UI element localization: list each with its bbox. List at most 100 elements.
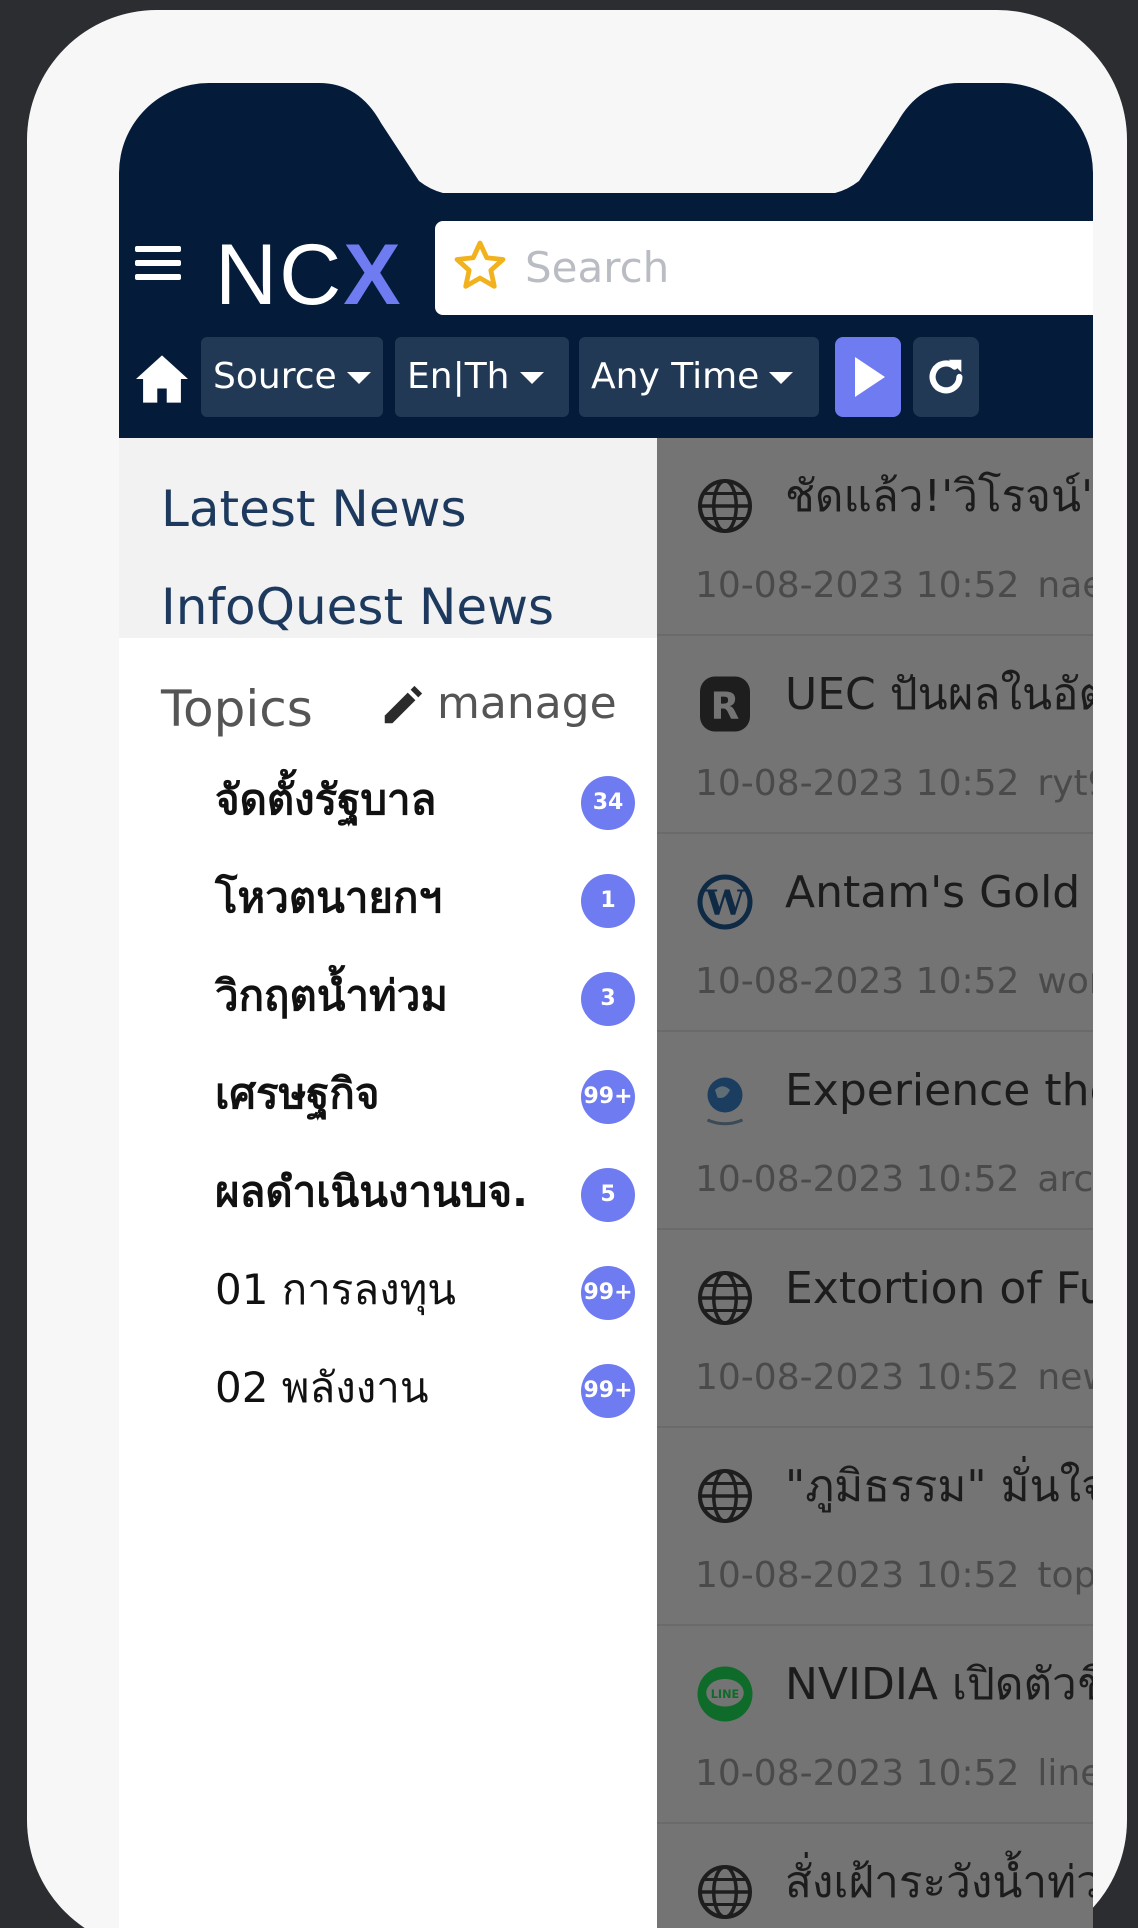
news-item[interactable]: สั่งเฝ้าระวังน้ำท่วม: [657, 1824, 1093, 1928]
news-meta: 10-08-2023 10:52 nae: [695, 556, 1093, 616]
globe-icon: [698, 1865, 752, 1919]
news-item[interactable]: LINE NVIDIA เปิดตัวชิ 10-08-2023 10:52 li…: [657, 1626, 1093, 1824]
news-source: ryt9: [1037, 763, 1093, 804]
topic-list: จัดตั้งรัฐบาล 34 โหวตนายกฯ 1 วิกฤตน้ำท่ว…: [119, 756, 657, 1442]
infoquest-news-link[interactable]: InfoQuest News: [161, 558, 657, 656]
refresh-icon: [929, 359, 963, 394]
home-icon[interactable]: [133, 353, 191, 405]
news-time: 10:52: [915, 1753, 1020, 1794]
news-item[interactable]: Extortion of Fu 10-08-2023 10:52 new: [657, 1230, 1093, 1428]
search-bar: [435, 221, 1093, 315]
news-meta: 10-08-2023 10:52 arch: [695, 1150, 1093, 1210]
topic-count-badge: 3: [581, 972, 635, 1026]
topic-item[interactable]: 01 การลงทุน 99+: [119, 1246, 657, 1344]
svg-text:LINE: LINE: [711, 1688, 739, 1701]
news-item[interactable]: Experience the 10-08-2023 10:52 arch: [657, 1032, 1093, 1230]
caret-down-icon: [519, 372, 544, 384]
news-source: new: [1037, 1357, 1093, 1398]
language-dropdown[interactable]: En|Th: [395, 337, 569, 417]
news-meta: 10-08-2023 10:52 top: [695, 1546, 1093, 1606]
topics-header: Topics manage: [161, 674, 641, 744]
news-title: ชัดแล้ว!'วิโรจน์'ร่า: [785, 471, 1093, 522]
topic-item[interactable]: โหวตนายกฯ 1: [119, 854, 657, 952]
quick-links: Latest News InfoQuest News: [119, 438, 657, 638]
earth-logo-icon: [706, 1077, 744, 1126]
news-time: 10:52: [915, 961, 1020, 1002]
wordpress-icon: W: [697, 874, 753, 930]
topic-count-badge: 1: [581, 874, 635, 928]
news-date: 10-08-2023: [695, 1753, 905, 1794]
news-date: 10-08-2023: [695, 1159, 905, 1200]
news-date: 10-08-2023: [695, 1357, 905, 1398]
news-date: 10-08-2023: [695, 565, 905, 606]
topic-count-badge: 99+: [581, 1266, 635, 1320]
topic-count-badge: 99+: [581, 1070, 635, 1124]
news-title: Extortion of Fu: [785, 1263, 1093, 1314]
topic-item[interactable]: วิกฤตน้ำท่วม 3: [119, 952, 657, 1050]
news-item[interactable]: W Antam's Gold P 10-08-2023 10:52 wor: [657, 834, 1093, 1032]
news-item[interactable]: "ภูมิธรรม" มั่นใจเ 10-08-2023 10:52 top: [657, 1428, 1093, 1626]
topic-label: 01 การลงทุน: [215, 1265, 457, 1314]
news-time: 10:52: [915, 763, 1020, 804]
news-source: top: [1037, 1555, 1093, 1596]
source-dropdown[interactable]: Source: [201, 337, 383, 417]
play-icon: [855, 357, 885, 397]
topic-item[interactable]: เศรษฐกิจ 99+: [119, 1050, 657, 1148]
topic-count-badge: 5: [581, 1168, 635, 1222]
topic-count-badge: 34: [581, 776, 635, 830]
news-title: Antam's Gold P: [785, 867, 1093, 918]
news-date: 10-08-2023: [695, 961, 905, 1002]
manage-topics-button[interactable]: manage: [379, 674, 617, 744]
device-notch: [319, 83, 959, 193]
news-title: สั่งเฝ้าระวังน้ำท่วม: [785, 1857, 1093, 1908]
topic-item[interactable]: 02 พลังงาน 99+: [119, 1344, 657, 1442]
news-title: Experience the: [785, 1065, 1093, 1116]
news-meta: 10-08-2023 10:52 wor: [695, 952, 1093, 1012]
app-logo[interactable]: NCX: [215, 225, 403, 325]
news-source: nae: [1037, 565, 1093, 606]
topic-label: 02 พลังงาน: [215, 1363, 429, 1412]
news-meta: 10-08-2023 10:52 line: [695, 1744, 1093, 1804]
search-input[interactable]: [525, 235, 1085, 299]
news-item[interactable]: R UEC ปันผลในอัตร 10-08-2023 10:52 ryt9: [657, 636, 1093, 834]
r-logo-icon: R: [700, 676, 750, 732]
caret-down-icon: [769, 372, 794, 384]
news-time: 10:52: [915, 1159, 1020, 1200]
news-meta: 10-08-2023 10:52 ryt9: [695, 754, 1093, 814]
news-meta: 10-08-2023 10:52 new: [695, 1348, 1093, 1408]
play-button[interactable]: [835, 337, 901, 417]
language-dropdown-label: En|Th: [407, 356, 510, 397]
news-date: 10-08-2023: [695, 763, 905, 804]
topic-item[interactable]: จัดตั้งรัฐบาล 34: [119, 756, 657, 854]
star-icon[interactable]: [451, 237, 509, 295]
manage-label: manage: [437, 678, 617, 729]
news-title: NVIDIA เปิดตัวชิ: [785, 1659, 1093, 1710]
pencil-icon: [384, 685, 423, 724]
news-title: "ภูมิธรรม" มั่นใจเ: [785, 1461, 1093, 1512]
topic-label: วิกฤตน้ำท่วม: [215, 971, 448, 1020]
topic-count-badge: 99+: [581, 1364, 635, 1418]
news-title: UEC ปันผลในอัตร: [785, 669, 1093, 720]
globe-icon: [698, 1271, 752, 1325]
globe-icon: [698, 479, 752, 533]
news-item[interactable]: ชัดแล้ว!'วิโรจน์'ร่า 10-08-2023 10:52 nae: [657, 438, 1093, 636]
app-screen: NCX Source En|Th Any Time: [119, 83, 1093, 1928]
svg-text:W: W: [704, 883, 745, 924]
news-feed: ชัดแล้ว!'วิโรจน์'ร่า 10-08-2023 10:52 nae…: [657, 438, 1093, 1928]
news-source: arch: [1037, 1159, 1093, 1200]
news-time: 10:52: [915, 1357, 1020, 1398]
svg-text:R: R: [711, 684, 740, 728]
time-dropdown-label: Any Time: [591, 356, 760, 397]
time-dropdown[interactable]: Any Time: [579, 337, 819, 417]
hamburger-menu-icon[interactable]: [135, 246, 185, 286]
topic-item[interactable]: ผลดำเนินงานบจ. 5: [119, 1148, 657, 1246]
source-dropdown-label: Source: [213, 356, 337, 397]
filter-toolbar: Source En|Th Any Time: [119, 333, 1093, 417]
sidebar: Latest News InfoQuest News Topics manage…: [119, 438, 657, 1928]
phone-frame: NCX Source En|Th Any Time: [27, 10, 1127, 1928]
news-source: wor: [1037, 961, 1093, 1002]
topics-title: Topics: [161, 680, 313, 738]
news-source: line: [1037, 1753, 1093, 1794]
latest-news-link[interactable]: Latest News: [161, 460, 657, 558]
refresh-button[interactable]: [913, 337, 979, 417]
